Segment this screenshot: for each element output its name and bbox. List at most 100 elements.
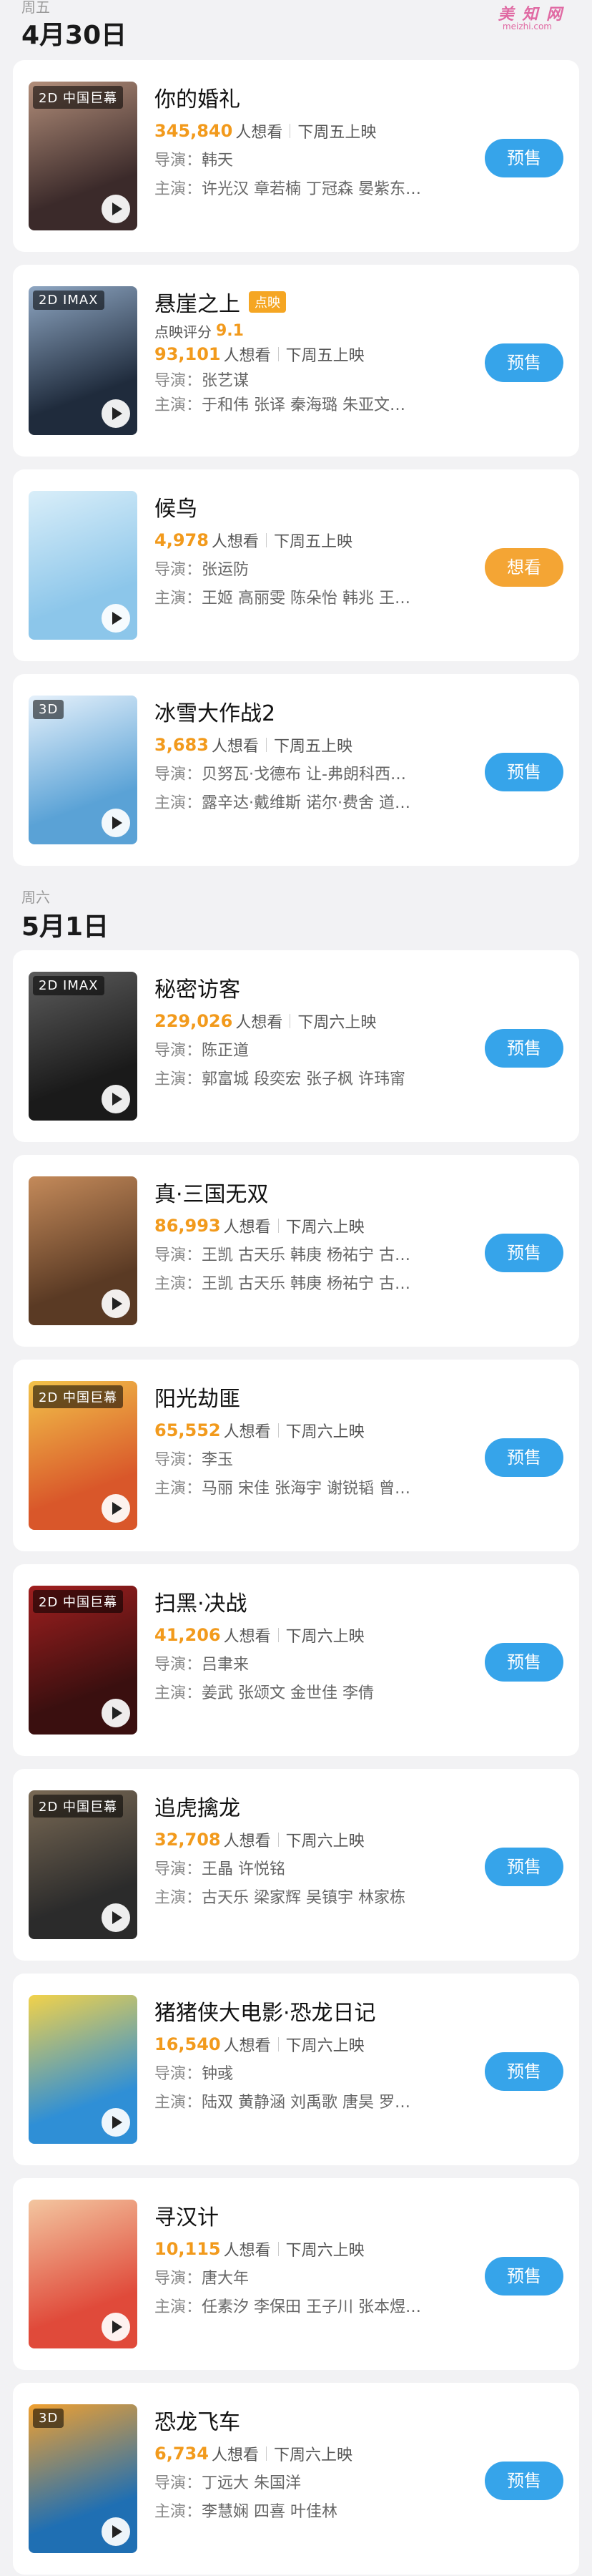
- want-row: 32,708 人想看 下周六上映: [154, 1828, 469, 1852]
- play-trailer-icon[interactable]: [102, 604, 130, 633]
- want-button[interactable]: 想看: [485, 548, 563, 587]
- presale-button[interactable]: 预售: [485, 2052, 563, 2091]
- director-label: 导演：: [154, 372, 202, 390]
- cast-line: 主演：王姬 高丽雯 陈朵怡 韩兆 王…: [154, 585, 469, 610]
- play-trailer-icon[interactable]: [102, 2108, 130, 2137]
- divider: [277, 1423, 279, 1438]
- movie-title[interactable]: 候鸟: [154, 491, 197, 522]
- title-row: 追虎擒龙: [154, 1790, 469, 1822]
- movie-card[interactable]: 2D 中国巨幕 阳光劫匪 65,552 人想看 下周六上映 导演：李玉 主演：马丽 宋佳 张…: [13, 1360, 579, 1551]
- movie-poster[interactable]: 3D: [29, 696, 137, 844]
- play-trailer-icon[interactable]: [102, 1085, 130, 1113]
- movie-info: 你的婚礼 345,840 人想看 下周五上映 导演：韩天 主演：许光汉 章若楠 丁冠森 晏…: [154, 82, 469, 200]
- movie-poster[interactable]: [29, 491, 137, 640]
- movie-card[interactable]: 2D IMAX 悬崖之上 点映 点映评分 9.1 93,101 人想看 下周五上映 导演：张艺谋…: [13, 265, 579, 457]
- presale-button[interactable]: 预售: [485, 1234, 563, 1272]
- presale-button[interactable]: 预售: [485, 753, 563, 791]
- director-label: 导演：: [154, 1451, 202, 1469]
- movie-poster[interactable]: 2D IMAX: [29, 286, 137, 435]
- cast-value: 任素汐 李保田 王子川 张本煜…: [202, 2298, 421, 2316]
- cast-label: 主演：: [154, 1889, 202, 1907]
- release-calendar-page: 美 知 网 meizhi.com 周五 4月30日 2D 中国巨幕 你的婚礼 345…: [0, 0, 592, 2576]
- play-trailer-icon[interactable]: [102, 1289, 130, 1318]
- director-value: 韩天: [202, 152, 234, 170]
- presale-button[interactable]: 预售: [485, 1438, 563, 1477]
- movie-poster[interactable]: 3D: [29, 2404, 137, 2553]
- movie-card[interactable]: 猪猪侠大电影·恐龙日记 16,540 人想看 下周六上映 导演：钟彧 主演：陆双 黄静涵 …: [13, 1974, 579, 2165]
- movie-card[interactable]: 3D 恐龙飞车 6,734 人想看 下周六上映 导演：丁远大 朱国洋 主演：李慧娴 四喜 叶…: [13, 2383, 579, 2575]
- want-suffix: 人想看: [235, 124, 283, 142]
- movie-poster[interactable]: 2D 中国巨幕: [29, 1586, 137, 1735]
- movie-card[interactable]: 候鸟 4,978 人想看 下周五上映 导演：张运防 主演：王姬 高丽雯 陈朵怡 韩兆 王……: [13, 469, 579, 661]
- title-row: 悬崖之上 点映: [154, 286, 469, 318]
- movie-poster[interactable]: 2D 中国巨幕: [29, 1381, 137, 1530]
- play-trailer-icon[interactable]: [102, 1903, 130, 1932]
- want-suffix: 人想看: [211, 533, 259, 551]
- director-label: 导演：: [154, 766, 202, 784]
- divider: [277, 347, 279, 361]
- format-badge: 2D IMAX: [33, 291, 104, 310]
- movie-info: 真·三国无双 86,993 人想看 下周六上映 导演：王凯 古天乐 韩庚 杨祐宁 古… 主…: [154, 1176, 469, 1295]
- presale-button[interactable]: 预售: [485, 1848, 563, 1886]
- movie-title[interactable]: 追虎擒龙: [154, 1790, 240, 1822]
- director-value: 丁远大 朱国洋: [202, 2474, 302, 2492]
- want-suffix: 人想看: [211, 2446, 259, 2464]
- movie-card[interactable]: 2D 中国巨幕 追虎擒龙 32,708 人想看 下周六上映 导演：王晶 许悦铭 主演：古天乐…: [13, 1769, 579, 1961]
- presale-button[interactable]: 预售: [485, 139, 563, 177]
- movie-poster[interactable]: [29, 1176, 137, 1325]
- movie-title[interactable]: 寻汉计: [154, 2200, 219, 2231]
- movie-card[interactable]: 3D 冰雪大作战2 3,683 人想看 下周五上映 导演：贝努瓦·戈德布 让-弗朗科西… 主…: [13, 674, 579, 866]
- format-badge: 3D: [33, 700, 64, 719]
- movie-card[interactable]: 真·三国无双 86,993 人想看 下周六上映 导演：王凯 古天乐 韩庚 杨祐宁 古… 主…: [13, 1155, 579, 1347]
- movie-info: 冰雪大作战2 3,683 人想看 下周五上映 导演：贝努瓦·戈德布 让-弗朗科西… 主演：…: [154, 696, 469, 814]
- play-trailer-icon[interactable]: [102, 2313, 130, 2341]
- movie-title[interactable]: 阳光劫匪: [154, 1381, 240, 1413]
- want-suffix: 人想看: [223, 1628, 271, 1646]
- presale-button[interactable]: 预售: [485, 2257, 563, 2296]
- movie-poster[interactable]: 2D 中国巨幕: [29, 82, 137, 230]
- movie-title[interactable]: 冰雪大作战2: [154, 696, 275, 727]
- movie-poster[interactable]: 2D IMAX: [29, 972, 137, 1121]
- want-row: 10,115 人想看 下周六上映: [154, 2237, 469, 2261]
- presale-button[interactable]: 预售: [485, 1029, 563, 1068]
- release-text: 下周六上映: [285, 1219, 365, 1236]
- movie-title[interactable]: 你的婚礼: [154, 82, 240, 113]
- director-label: 导演：: [154, 152, 202, 170]
- format-badge: 2D 中国巨幕: [33, 86, 124, 109]
- play-trailer-icon[interactable]: [102, 2517, 130, 2546]
- movie-title[interactable]: 悬崖之上: [154, 286, 240, 318]
- movie-card[interactable]: 2D IMAX 秘密访客 229,026 人想看 下周六上映 导演：陈正道 主演：郭富城 段…: [13, 950, 579, 1142]
- movie-title[interactable]: 恐龙飞车: [154, 2404, 240, 2436]
- play-trailer-icon[interactable]: [102, 399, 130, 428]
- movie-info: 扫黑·决战 41,206 人想看 下周六上映 导演：吕聿来 主演：姜武 张颂文 金世佳 李…: [154, 1586, 469, 1704]
- format-badge: 2D IMAX: [33, 976, 104, 995]
- movie-card[interactable]: 2D 中国巨幕 扫黑·决战 41,206 人想看 下周六上映 导演：吕聿来 主演：姜武 张颂…: [13, 1564, 579, 1756]
- movie-title[interactable]: 秘密访客: [154, 972, 240, 1003]
- cast-value: 许光汉 章若楠 丁冠森 晏紫东…: [202, 180, 421, 198]
- divider: [277, 1219, 279, 1233]
- play-trailer-icon[interactable]: [102, 809, 130, 837]
- movie-poster[interactable]: 2D 中国巨幕: [29, 1790, 137, 1939]
- cast-value: 陆双 黄静涵 刘禹歌 唐昊 罗…: [202, 2094, 410, 2112]
- cast-line: 主演：露辛达·戴维斯 诺尔·费舍 道…: [154, 790, 469, 814]
- presale-button[interactable]: 预售: [485, 1643, 563, 1682]
- release-text: 下周五上映: [273, 738, 352, 756]
- presale-button[interactable]: 预售: [485, 2462, 563, 2500]
- movie-poster[interactable]: [29, 2200, 137, 2348]
- play-trailer-icon[interactable]: [102, 1494, 130, 1523]
- movie-info: 恐龙飞车 6,734 人想看 下周六上映 导演：丁远大 朱国洋 主演：李慧娴 四喜 叶佳林: [154, 2404, 469, 2523]
- play-trailer-icon[interactable]: [102, 1699, 130, 1727]
- movie-card[interactable]: 寻汉计 10,115 人想看 下周六上映 导演：唐大年 主演：任素汐 李保田 王子川 张本…: [13, 2178, 579, 2370]
- movie-title[interactable]: 扫黑·决战: [154, 1586, 247, 1617]
- director-line: 导演：张艺谋: [154, 368, 469, 392]
- presale-button[interactable]: 预售: [485, 343, 563, 382]
- play-trailer-icon[interactable]: [102, 195, 130, 223]
- divider: [277, 1833, 279, 1847]
- movie-card[interactable]: 2D 中国巨幕 你的婚礼 345,840 人想看 下周五上映 导演：韩天 主演：许光汉 章若…: [13, 60, 579, 252]
- director-label: 导演：: [154, 1860, 202, 1878]
- movie-title[interactable]: 真·三国无双: [154, 1176, 269, 1208]
- movie-title[interactable]: 猪猪侠大电影·恐龙日记: [154, 1995, 376, 2026]
- director-value: 张艺谋: [202, 372, 250, 390]
- movie-poster[interactable]: [29, 1995, 137, 2144]
- want-suffix: 人想看: [223, 1219, 271, 1236]
